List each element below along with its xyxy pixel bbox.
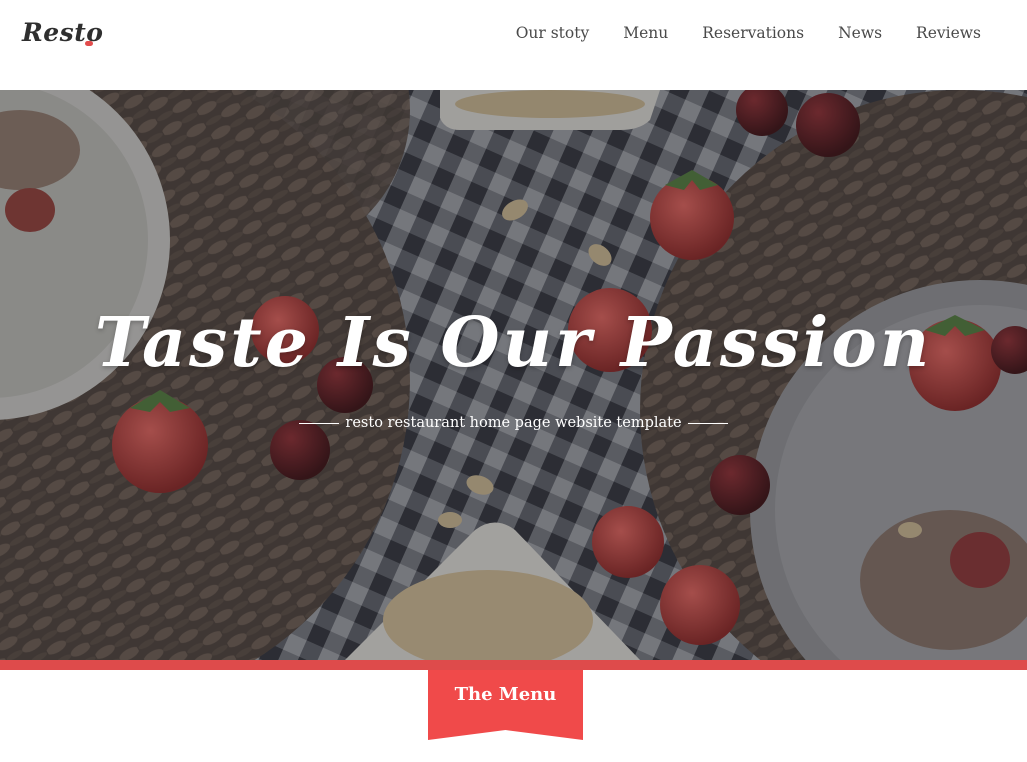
menu-section-ribbon: The Menu: [428, 670, 583, 740]
main-nav: Our stoty Menu Reservations News Reviews: [516, 24, 981, 42]
subtitle-left-rule: [299, 422, 340, 424]
site-header: Resto Our stoty Menu Reservations News R…: [0, 0, 1027, 90]
hero-banner: Taste Is Our Passion resto restaurant ho…: [0, 90, 1027, 660]
nav-our-story[interactable]: Our stoty: [516, 24, 590, 42]
hero-subtitle: resto restaurant home page website templ…: [345, 415, 682, 431]
section-divider-strip: [0, 660, 1027, 670]
nav-news[interactable]: News: [838, 24, 882, 42]
nav-menu[interactable]: Menu: [623, 24, 668, 42]
subtitle-right-rule: [687, 422, 728, 424]
nav-reviews[interactable]: Reviews: [916, 24, 981, 42]
hero-subtitle-row: resto restaurant home page website templ…: [0, 415, 1027, 431]
nav-reservations[interactable]: Reservations: [702, 24, 804, 42]
logo-dot-icon: [85, 41, 93, 46]
hero-title: Taste Is Our Passion: [94, 303, 933, 383]
ribbon-shape: [428, 670, 583, 740]
menu-section-title: The Menu: [454, 684, 557, 705]
